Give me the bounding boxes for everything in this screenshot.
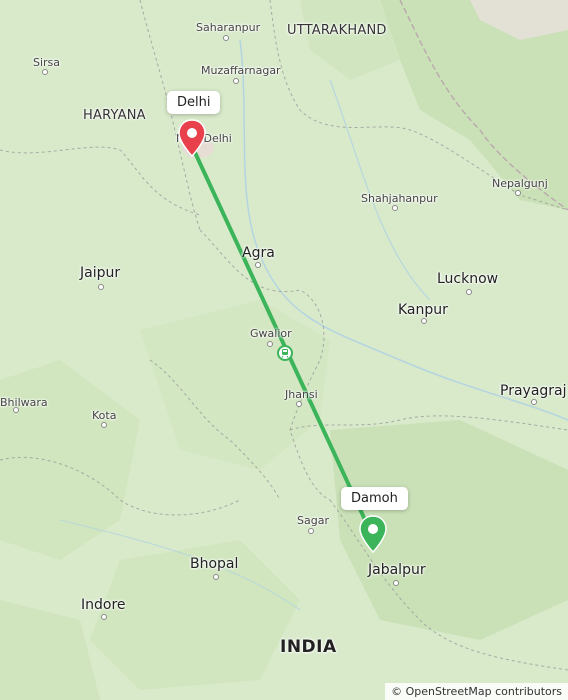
city-label: Shahjahanpur <box>361 192 438 205</box>
city-label: Sagar <box>297 514 329 527</box>
city-label: Kanpur <box>398 302 448 318</box>
city-label: Lucknow <box>437 271 499 287</box>
city-label: Muzaffarnagar <box>201 64 281 77</box>
destination-callout[interactable]: Damoh <box>341 487 408 510</box>
state-label: HARYANA <box>83 108 146 123</box>
city-label: Bhopal <box>190 556 239 572</box>
city-label: Gwalior <box>250 327 292 340</box>
place-dot <box>101 614 107 620</box>
city-label: Agra <box>242 245 275 261</box>
place-dot <box>531 399 537 405</box>
map-canvas[interactable]: UTTARAKHAND HARYANA Saharanpur Muzaffarn… <box>0 0 568 700</box>
place-dot <box>515 190 521 196</box>
city-label: Jhansi <box>285 388 318 401</box>
place-dot <box>255 262 261 268</box>
place-dot <box>296 401 302 407</box>
city-label: Jabalpur <box>368 562 426 578</box>
place-dot <box>101 422 107 428</box>
origin-pin-icon[interactable] <box>176 118 208 158</box>
city-label: Jaipur <box>80 265 121 281</box>
city-label: Indore <box>81 597 126 613</box>
place-dot <box>233 78 239 84</box>
city-label: Nepalgunj <box>492 177 548 190</box>
place-dot <box>213 574 219 580</box>
place-dot <box>393 580 399 586</box>
place-dot <box>98 284 104 290</box>
train-icon[interactable] <box>277 345 293 361</box>
city-label: Kota <box>92 409 117 422</box>
city-label: Prayagraj <box>500 383 567 399</box>
destination-pin-icon[interactable] <box>357 514 389 554</box>
map-attribution[interactable]: © OpenStreetMap contributors <box>385 683 568 700</box>
city-label: Saharanpur <box>196 21 261 34</box>
state-label: UTTARAKHAND <box>287 23 387 38</box>
city-label: Bhilwara <box>0 396 48 409</box>
city-label: Sirsa <box>33 56 61 69</box>
place-dot <box>42 69 48 75</box>
place-dot <box>308 528 314 534</box>
origin-callout[interactable]: Delhi <box>167 91 221 114</box>
place-dot <box>392 205 398 211</box>
place-dot <box>267 341 273 347</box>
place-dot <box>421 318 427 324</box>
place-dot <box>223 35 229 41</box>
country-label: INDIA <box>280 637 337 657</box>
place-dot <box>466 289 472 295</box>
